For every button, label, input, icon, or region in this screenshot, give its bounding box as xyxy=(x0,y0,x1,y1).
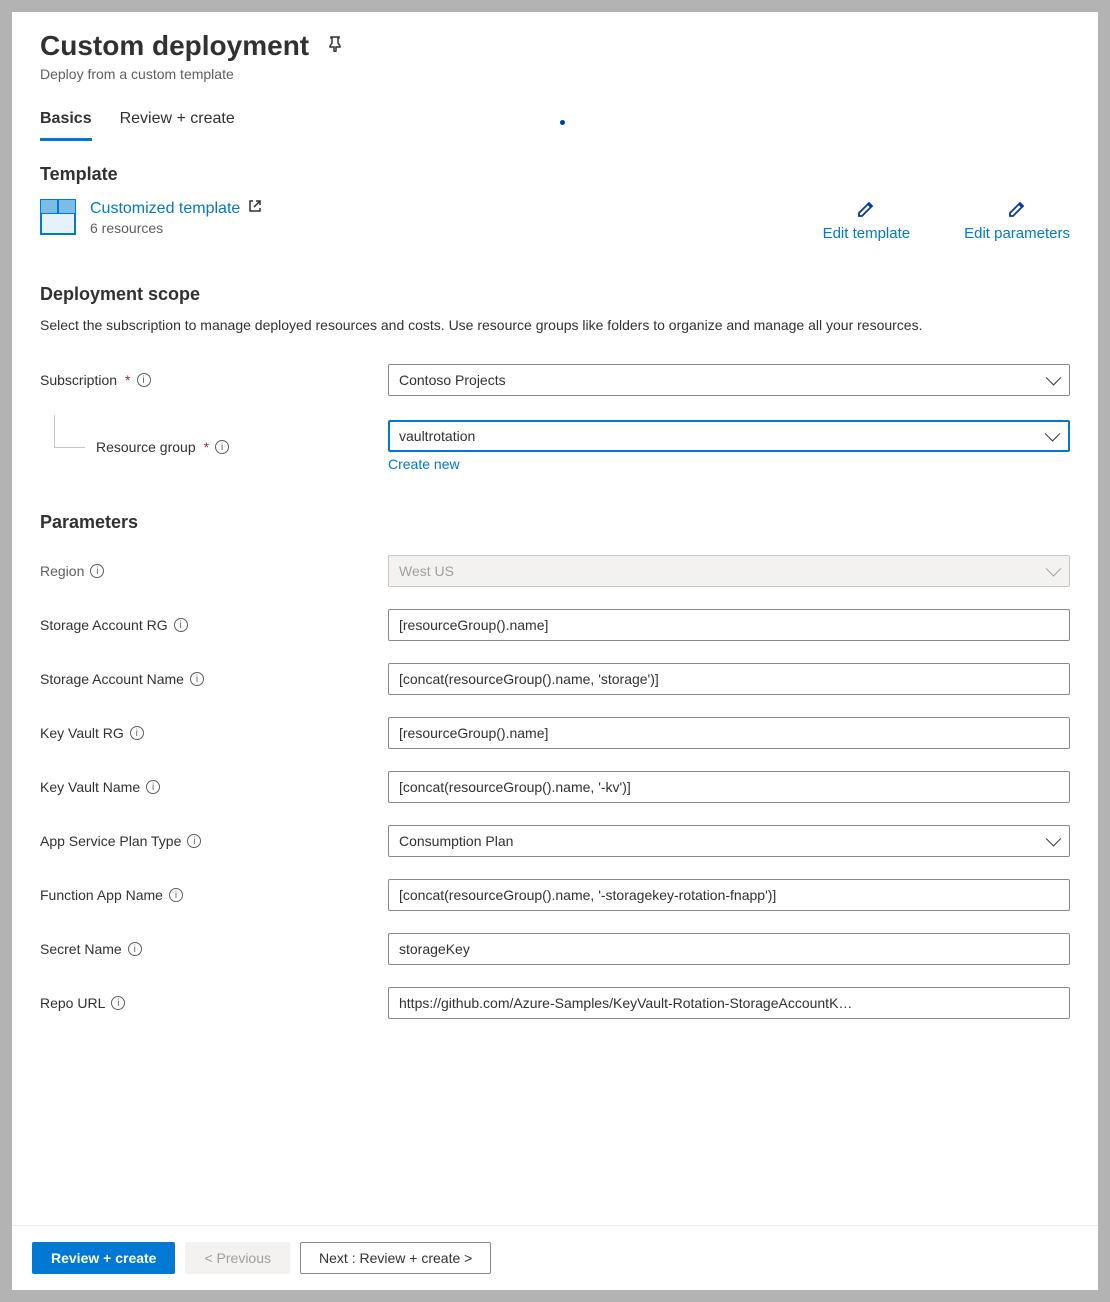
deployment-scope-heading: Deployment scope xyxy=(40,284,1070,305)
tab-basics[interactable]: Basics xyxy=(40,106,92,141)
subscription-label: Subscription* i xyxy=(40,372,388,388)
pin-icon[interactable] xyxy=(327,36,343,57)
loading-indicator xyxy=(560,120,565,125)
region-label: Region i xyxy=(40,563,388,579)
info-icon[interactable]: i xyxy=(215,440,229,454)
function-app-name-input[interactable] xyxy=(388,879,1070,911)
subscription-select[interactable]: Contoso Projects xyxy=(388,364,1070,396)
key-vault-rg-label: Key Vault RG i xyxy=(40,725,388,741)
template-resource-count: 6 resources xyxy=(90,220,262,236)
template-heading: Template xyxy=(40,164,1070,185)
previous-button: < Previous xyxy=(185,1242,290,1274)
footer-bar: Review + create < Previous Next : Review… xyxy=(12,1225,1098,1290)
region-select: West US xyxy=(388,555,1070,587)
template-file-icon xyxy=(40,199,76,235)
storage-account-rg-label: Storage Account RG i xyxy=(40,617,388,633)
edit-parameters-label: Edit parameters xyxy=(964,225,1070,242)
info-icon[interactable]: i xyxy=(169,888,183,902)
tabs: Basics Review + create xyxy=(40,106,1070,142)
deployment-scope-description: Select the subscription to manage deploy… xyxy=(40,315,980,336)
info-icon[interactable]: i xyxy=(111,996,125,1010)
edit-template-button[interactable]: Edit template xyxy=(823,199,911,242)
parameters-heading: Parameters xyxy=(40,512,1070,533)
app-service-plan-type-label: App Service Plan Type i xyxy=(40,833,388,849)
info-icon[interactable]: i xyxy=(174,618,188,632)
secret-name-label: Secret Name i xyxy=(40,941,388,957)
key-vault-name-input[interactable] xyxy=(388,771,1070,803)
info-icon[interactable]: i xyxy=(187,834,201,848)
function-app-name-label: Function App Name i xyxy=(40,887,388,903)
info-icon[interactable]: i xyxy=(146,780,160,794)
create-new-link[interactable]: Create new xyxy=(388,456,460,472)
repo-url-label: Repo URL i xyxy=(40,995,388,1011)
edit-parameters-button[interactable]: Edit parameters xyxy=(964,199,1070,242)
secret-name-input[interactable] xyxy=(388,933,1070,965)
resource-group-label: Resource group* i xyxy=(40,439,388,455)
resource-group-select[interactable]: vaultrotation xyxy=(388,420,1070,452)
edit-template-label: Edit template xyxy=(823,225,911,242)
info-icon[interactable]: i xyxy=(90,564,104,578)
key-vault-rg-input[interactable] xyxy=(388,717,1070,749)
repo-url-input[interactable] xyxy=(388,987,1070,1019)
info-icon[interactable]: i xyxy=(137,373,151,387)
page-title: Custom deployment xyxy=(40,30,309,62)
info-icon[interactable]: i xyxy=(128,942,142,956)
customized-template-link[interactable]: Customized template xyxy=(90,200,240,218)
storage-account-rg-input[interactable] xyxy=(388,609,1070,641)
external-link-icon xyxy=(248,199,262,218)
review-create-button[interactable]: Review + create xyxy=(32,1242,175,1274)
tab-review-create[interactable]: Review + create xyxy=(120,106,235,141)
page-subtitle: Deploy from a custom template xyxy=(40,66,1070,82)
info-icon[interactable]: i xyxy=(130,726,144,740)
storage-account-name-input[interactable] xyxy=(388,663,1070,695)
key-vault-name-label: Key Vault Name i xyxy=(40,779,388,795)
info-icon[interactable]: i xyxy=(190,672,204,686)
next-button[interactable]: Next : Review + create > xyxy=(300,1242,491,1274)
app-service-plan-type-select[interactable]: Consumption Plan xyxy=(388,825,1070,857)
storage-account-name-label: Storage Account Name i xyxy=(40,671,388,687)
